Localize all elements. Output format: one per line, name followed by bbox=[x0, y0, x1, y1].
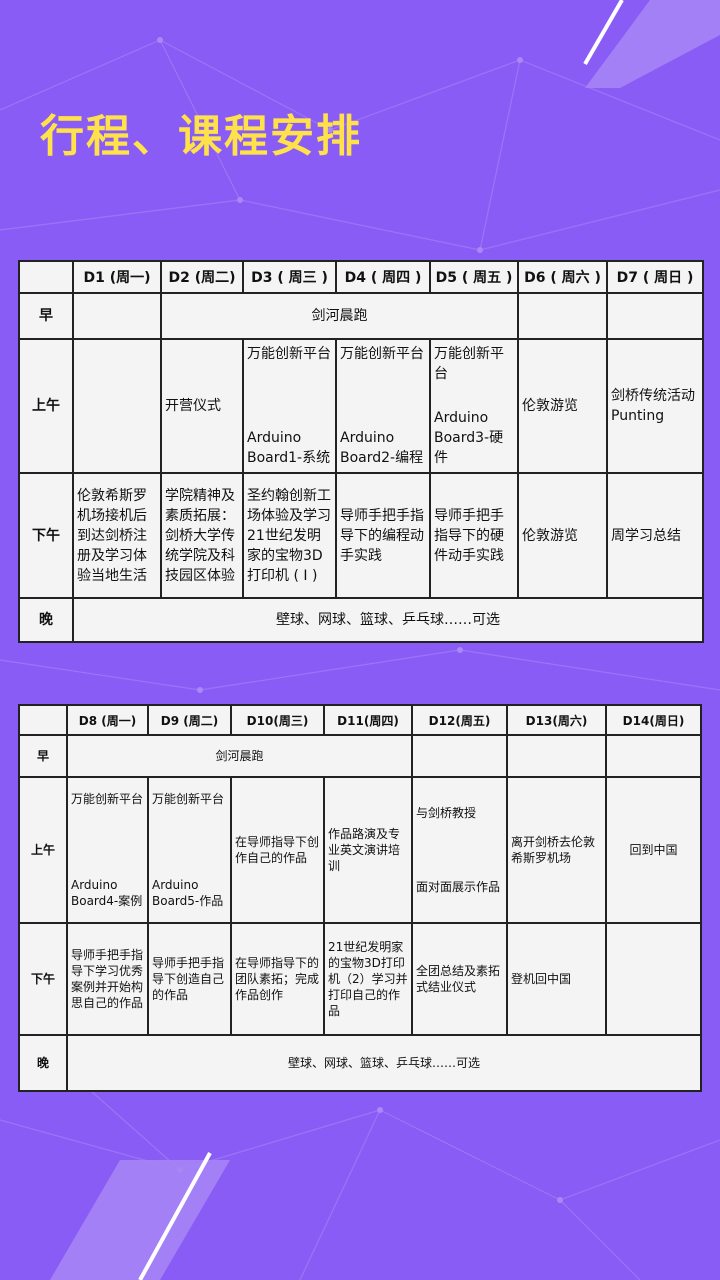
table-row-pm: 下午 导师手把手指导下学习优秀案例并开始构思自己的作品 导师手把手指导下创造自己… bbox=[18, 922, 702, 1036]
cell-empty bbox=[606, 292, 704, 340]
header-day: D4 ( 周四 ) bbox=[335, 260, 431, 294]
cell-text-bottom: 面对面展示作品 bbox=[416, 880, 501, 894]
cell-d6-pm: 伦敦游览 bbox=[517, 472, 608, 599]
cell-d4-pm: 导师手把手指导下的编程动手实践 bbox=[335, 472, 431, 599]
cell-d2-pm: 学院精神及素质拓展：剑桥大学传统学院及科技园区体验 bbox=[160, 472, 244, 599]
cell-empty bbox=[506, 734, 607, 778]
cell-text-bottom: Arduino Board5-作品 bbox=[152, 878, 224, 908]
cell-d5-pm: 导师手把手指导下的硬件动手实践 bbox=[429, 472, 519, 599]
schedule-table-week1: D1 (周一) D2 (周二) D3 ( 周三 ) D4 ( 周四 ) D5 (… bbox=[18, 260, 704, 643]
cell-d10-pm: 在导师指导下的团队素拓；完成作品创作 bbox=[230, 922, 325, 1036]
cell-d14-am: 回到中国 bbox=[605, 776, 702, 924]
header-day: D11(周四) bbox=[323, 704, 413, 736]
cell-d8-pm: 导师手把手指导下学习优秀案例并开始构思自己的作品 bbox=[66, 922, 149, 1036]
header-day: D8 (周一) bbox=[66, 704, 149, 736]
cell-empty bbox=[605, 734, 702, 778]
cell-empty bbox=[411, 734, 508, 778]
row-label-evening: 晚 bbox=[18, 597, 74, 643]
header-corner bbox=[18, 260, 74, 294]
row-label-pm: 下午 bbox=[18, 472, 74, 599]
cell-d13-pm: 登机回中国 bbox=[506, 922, 607, 1036]
cell-text-bottom: Arduino Board2-编程 bbox=[340, 430, 424, 466]
header-day: D3 ( 周三 ) bbox=[242, 260, 337, 294]
header-day: D10(周三) bbox=[230, 704, 325, 736]
table-row-am: 上午 开营仪式 万能创新平台 Arduino Board1-系统 万能创新平台 Ar… bbox=[18, 338, 704, 474]
header-day: D13(周六) bbox=[506, 704, 607, 736]
cell-d12-am: 与剑桥教授面对面展示作品 bbox=[411, 776, 508, 924]
row-label-evening: 晚 bbox=[18, 1034, 68, 1092]
cell-d3-pm: 圣约翰创新工场体验及学习21世纪发明家的宝物3D打印机 ( I ) bbox=[242, 472, 337, 599]
header-day: D6 ( 周六 ) bbox=[517, 260, 608, 294]
header-corner bbox=[18, 704, 68, 736]
row-label-morning: 早 bbox=[18, 292, 74, 340]
cell-text-top: 万能创新平台 bbox=[434, 346, 504, 382]
cell-d6-am: 伦敦游览 bbox=[517, 338, 608, 474]
cell-text-bottom: Arduino Board1-系统 bbox=[247, 430, 331, 466]
cell-d5-am: 万能创新平台 Arduino Board3-硬件 bbox=[429, 338, 519, 474]
cell-d1-am bbox=[72, 338, 162, 474]
cell-d12-pm: 全团总结及素拓式结业仪式 bbox=[411, 922, 508, 1036]
cell-empty bbox=[517, 292, 608, 340]
header-day: D14(周日) bbox=[605, 704, 702, 736]
cell-text-bottom: Arduino Board4-案例 bbox=[71, 878, 143, 908]
table-header-row: D8 (周一) D9 (周二) D10(周三) D11(周四) D12(周五) … bbox=[18, 704, 702, 736]
cell-d13-am: 离开剑桥去伦敦希斯罗机场 bbox=[506, 776, 607, 924]
cell-d3-am: 万能创新平台 Arduino Board1-系统 bbox=[242, 338, 337, 474]
row-label-morning: 早 bbox=[18, 734, 68, 778]
cell-d7-pm: 周学习总结 bbox=[606, 472, 704, 599]
header-day: D5 ( 周五 ) bbox=[429, 260, 519, 294]
cell-d4-am: 万能创新平台 Arduino Board2-编程 bbox=[335, 338, 431, 474]
cell-empty bbox=[72, 292, 162, 340]
cell-text-top: 万能创新平台 bbox=[152, 792, 225, 806]
cell-text-bottom: Arduino Board3-硬件 bbox=[434, 410, 504, 466]
header-day: D12(周五) bbox=[411, 704, 508, 736]
header-day: D9 (周二) bbox=[147, 704, 232, 736]
table-row-morning: 早 剑河晨跑 bbox=[18, 734, 702, 778]
table-row-am: 上午 万能创新平台 Arduino Board4-案例 万能创新平台 Arduino… bbox=[18, 776, 702, 924]
table-row-evening: 晚 壁球、网球、篮球、乒乓球……可选 bbox=[18, 1034, 702, 1092]
cell-d9-pm: 导师手把手指导下创造自己的作品 bbox=[147, 922, 232, 1036]
row-label-am: 上午 bbox=[18, 776, 68, 924]
header-day: D2 (周二) bbox=[160, 260, 244, 294]
cell-d7-am: 剑桥传统活动Punting bbox=[606, 338, 704, 474]
table-header-row: D1 (周一) D2 (周二) D3 ( 周三 ) D4 ( 周四 ) D5 (… bbox=[18, 260, 704, 294]
cell-text-top: 万能创新平台 bbox=[247, 346, 331, 362]
page-title: 行程、课程安排 bbox=[40, 111, 362, 162]
cell-d14-pm bbox=[605, 922, 702, 1036]
cell-d2-am: 开营仪式 bbox=[160, 338, 244, 474]
table-row-morning: 早 剑河晨跑 bbox=[18, 292, 704, 340]
table-row-pm: 下午 伦敦希斯罗机场接机后到达剑桥注册及学习体验当地生活 学院精神及素质拓展：剑… bbox=[18, 472, 704, 599]
cell-text-top: 万能创新平台 bbox=[71, 792, 144, 806]
header-day: D7 ( 周日 ) bbox=[606, 260, 704, 294]
row-label-pm: 下午 bbox=[18, 922, 68, 1036]
table-row-evening: 晚 壁球、网球、篮球、乒乓球……可选 bbox=[18, 597, 704, 643]
cell-d9-am: 万能创新平台 Arduino Board5-作品 bbox=[147, 776, 232, 924]
cell-d11-pm: 21世纪发明家的宝物3D打印机（2）学习并打印自己的作品 bbox=[323, 922, 413, 1036]
cell-d10-am: 在导师指导下创作自己的作品 bbox=[230, 776, 325, 924]
cell-morning-run: 剑河晨跑 bbox=[66, 734, 413, 778]
header-day: D1 (周一) bbox=[72, 260, 162, 294]
cell-morning-run: 剑河晨跑 bbox=[160, 292, 519, 340]
cell-text-top: 万能创新平台 bbox=[340, 346, 424, 362]
cell-evening-activities: 壁球、网球、篮球、乒乓球……可选 bbox=[66, 1034, 702, 1092]
cell-d11-am: 作品路演及专业英文演讲培训 bbox=[323, 776, 413, 924]
cell-text-top: 与剑桥教授 bbox=[416, 806, 477, 820]
cell-evening-activities: 壁球、网球、篮球、乒乓球……可选 bbox=[72, 597, 704, 643]
schedule-table-week2: D8 (周一) D9 (周二) D10(周三) D11(周四) D12(周五) … bbox=[18, 704, 702, 1092]
cell-d8-am: 万能创新平台 Arduino Board4-案例 bbox=[66, 776, 149, 924]
row-label-am: 上午 bbox=[18, 338, 74, 474]
cell-d1-pm: 伦敦希斯罗机场接机后到达剑桥注册及学习体验当地生活 bbox=[72, 472, 162, 599]
